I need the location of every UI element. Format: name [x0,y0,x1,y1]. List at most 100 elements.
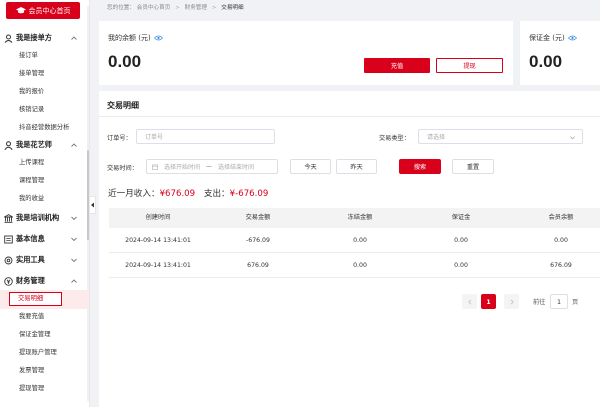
breadcrumb-separator: > [175,5,180,11]
balance-amount: 0.00 [108,52,142,71]
eye-icon[interactable] [153,35,163,41]
breadcrumb: 您的位置： 会员中心首页 > 财务管理 > 交易明细 [107,3,244,11]
home-button[interactable]: 会员中心首页 [6,2,80,19]
balance-title: 我的余额 (元) [108,33,163,43]
sidebar-item-transaction-details[interactable]: 交易明细 [9,292,62,306]
breadcrumb-item-current: 交易明细 [221,5,244,11]
start-time-input[interactable]: 选择开始时间 [164,162,200,171]
sidebar-item-douyin-analytics[interactable]: 抖音经营数据分析 [19,122,69,134]
sidebar-group-training-institution[interactable]: 我是培训机构 [4,211,84,225]
chevron-right-icon [510,298,514,305]
sidebar-group-label: 财务管理 [16,276,45,285]
chevron-up-icon [71,36,77,40]
balance-title-label: 我的余额 (元) [108,34,151,42]
pagination-page-current[interactable]: 1 [481,294,496,309]
breadcrumb-separator: > [211,5,217,11]
sidebar-group-basic-info[interactable]: 基本信息 [4,232,84,246]
chevron-down-icon [71,237,77,242]
yesterday-button[interactable]: 昨天 [336,159,377,174]
tool-icon [4,256,13,265]
sidebar-item-recharge[interactable]: 我要充值 [19,311,44,323]
cell-deposit: 0.00 [454,262,468,269]
withdraw-button[interactable]: 提现 [436,58,503,73]
chevron-up-icon [71,279,77,283]
column-member-balance: 会员余额 [548,214,574,221]
sidebar-group-receiver[interactable]: 我是接单方 [4,31,84,45]
deposit-title: 保证金 (元) [529,33,577,43]
column-created-time: 创建时间 [145,214,171,221]
home-button-label: 会员中心首页 [28,6,71,15]
sidebar-group-label: 我是花艺师 [16,140,52,149]
eye-icon[interactable] [567,35,577,41]
pagination-prev[interactable] [462,294,477,309]
reset-button[interactable]: 重置 [452,159,494,174]
goto-page-input[interactable]: 1 [550,294,568,309]
monthly-summary: 近一月收入：¥676.09 支出：¥-676.09 [108,187,268,199]
sidebar-group-florist[interactable]: 我是花艺师 [4,138,84,152]
user-icon [4,34,13,43]
sidebar-item-my-earnings[interactable]: 我的收益 [19,193,44,205]
section-divider [99,116,600,117]
sidebar-collapse-toggle[interactable] [90,196,96,214]
transaction-type-select[interactable]: 请选择 [418,129,583,144]
cell-deposit: 0.00 [454,237,468,244]
cell-frozen-amount: 0.00 [353,262,367,269]
sidebar-scroll-thumb[interactable] [87,150,89,240]
table-row: 2024-09-14 13:41:01 -676.09 0.00 0.00 0.… [109,228,600,253]
sidebar-item-take-order[interactable]: 接订单 [19,50,38,62]
column-amount: 交易金额 [245,214,271,221]
calendar-icon [152,164,158,170]
breadcrumb-item-home[interactable]: 会员中心首页 [137,5,171,11]
sidebar-group-finance[interactable]: 财务管理 [4,274,84,288]
date-range-picker[interactable]: 选择开始时间 — 选择结束时间 [146,159,278,174]
finance-icon [4,276,13,286]
deposit-title-label: 保证金 (元) [529,34,565,42]
recharge-button[interactable]: 充值 [364,58,430,73]
date-range-separator: — [206,163,213,170]
sidebar-item-withdraw-management[interactable]: 提现管理 [19,383,44,395]
cell-amount: 676.09 [247,262,269,269]
sidebar-item-withdraw-accounts[interactable]: 提现账户管理 [19,347,57,359]
breadcrumb-prefix: 您的位置： [107,5,135,11]
search-button[interactable]: 搜索 [399,159,441,174]
order-number-input[interactable]: 订单号 [136,129,275,144]
cell-member-balance: 676.09 [550,262,572,269]
column-deposit: 保证金 [451,214,471,221]
chevron-down-icon [570,136,575,140]
sidebar-item-upload-course[interactable]: 上传课程 [19,157,44,169]
breadcrumb-item-finance[interactable]: 财务管理 [185,5,207,11]
sidebar-item-invoice-management[interactable]: 发票管理 [19,365,44,377]
transaction-type-placeholder: 请选择 [427,134,446,141]
sidebar-group-tools[interactable]: 实用工具 [4,253,84,267]
sidebar-group-label: 实用工具 [16,255,45,264]
info-card-icon [4,235,13,244]
today-button[interactable]: 今天 [290,159,331,174]
sidebar-item-order-management[interactable]: 接单管理 [19,68,44,80]
sidebar-group-label: 我是接单方 [16,33,52,42]
sidebar-item-deposit-management[interactable]: 保证金管理 [19,329,50,341]
chevron-up-icon [71,143,77,147]
section-title: 交易明细 [107,101,139,110]
sidebar-item-verification-records[interactable]: 核销记录 [19,104,44,116]
order-number-placeholder: 订单号 [145,134,164,141]
expense-value: ¥-676.09 [229,189,269,199]
income-label: 近一月收入： [108,189,160,199]
table-header: 创建时间 交易金额 冻结金额 保证金 会员余额 [109,208,600,228]
page-suffix: 页 [572,299,579,306]
chevron-left-icon [91,202,94,208]
sidebar-item-course-management[interactable]: 课程管理 [19,175,44,187]
income-value: ¥676.09 [159,189,196,199]
transaction-time-label: 交易时间： [107,165,138,172]
chevron-down-icon [71,216,77,221]
cell-created-time: 2024-09-14 13:41:01 [125,237,191,244]
pagination-next[interactable] [504,294,519,309]
cell-frozen-amount: 0.00 [353,237,367,244]
cell-amount: -676.09 [246,237,270,244]
chevron-down-icon [71,258,77,263]
chevron-left-icon [467,298,471,305]
cell-member-balance: 0.00 [554,237,568,244]
sidebar-item-my-quotes[interactable]: 我的报价 [19,86,44,98]
goto-label: 前往 [533,299,546,306]
balance-card: 我的余额 (元) 0.00 充值 提现 [99,21,513,85]
end-time-input[interactable]: 选择结束时间 [218,162,254,171]
